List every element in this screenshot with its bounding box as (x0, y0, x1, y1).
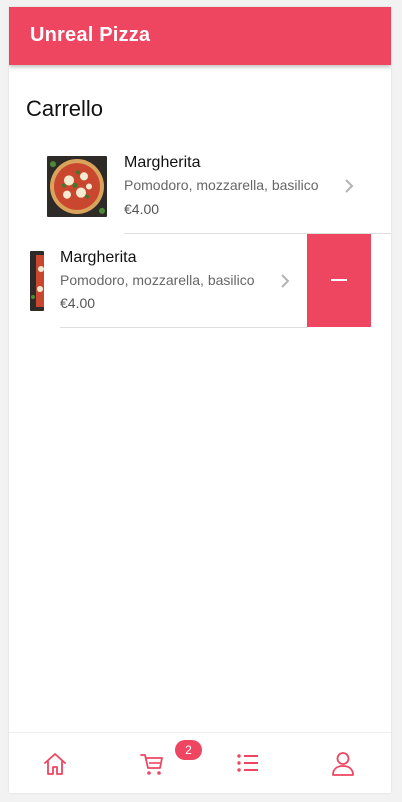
page-title: Carrello (26, 96, 104, 121)
pizza-image (47, 156, 107, 217)
user-icon (332, 752, 354, 776)
list-icon (237, 754, 258, 772)
cart-badge: 2 (175, 740, 202, 760)
pizza-image (30, 251, 44, 311)
cart-icon (140, 754, 163, 775)
item-description: Pomodoro, mozzarella, basilico (60, 272, 255, 288)
minus-icon (331, 279, 347, 281)
item-price: €4.00 (124, 201, 160, 217)
tab-list[interactable] (200, 733, 295, 793)
cart-item[interactable]: Margherita Pomodoro, mozzarella, basilic… (9, 140, 391, 234)
tab-home[interactable] (9, 733, 104, 793)
tab-cart[interactable]: 2 (104, 733, 202, 793)
app-title: Unreal Pizza (30, 24, 151, 46)
tab-account[interactable] (296, 733, 391, 793)
item-name: Margherita (124, 154, 201, 171)
chevron-right-icon (281, 274, 290, 288)
app-frame: Unreal Pizza Carrello Margherita Pomodor… (9, 7, 391, 793)
item-name: Margherita (60, 249, 137, 266)
chevron-right-icon (345, 179, 354, 193)
home-icon (44, 753, 66, 775)
item-price: €4.00 (60, 295, 96, 311)
cart-item[interactable]: Margherita Pomodoro, mozzarella, basilic… (9, 234, 391, 328)
item-description: Pomodoro, mozzarella, basilico (124, 177, 319, 193)
app-toolbar: Unreal Pizza (9, 7, 391, 65)
divider (60, 327, 308, 328)
tab-bar: 2 (9, 732, 391, 793)
remove-item-button[interactable] (307, 234, 371, 327)
